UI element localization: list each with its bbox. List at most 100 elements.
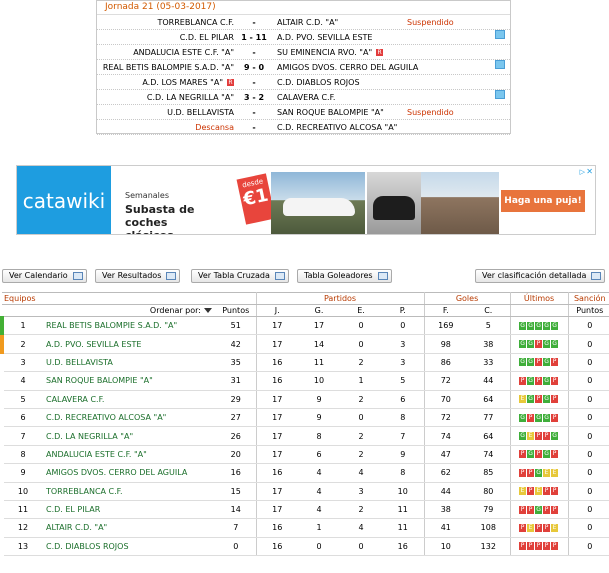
form-result-badge: G [527,358,535,367]
match-home-team[interactable]: C.D. LA NEGRILLA "A" [147,90,234,105]
ad-cta-button[interactable]: Haga una puja! » [501,190,585,228]
table-row: 11 C.D. EL PILAR 14 17 4 2 11 38 79 P P G P P 0 [2,500,609,520]
form-result-badge: P [527,487,535,496]
row-team-link[interactable]: A.D. PVO. SEVILLA ESTE [42,334,216,354]
match-home-team[interactable]: C.D. EL PILAR [180,30,234,45]
row-sancion: 0 [568,334,609,354]
row-team-link[interactable]: AMIGOS DVOS. CERRO DEL AGUILA [42,463,216,483]
match-home-team[interactable]: REAL BETIS BALOMPIE S.A.D. "A" [103,60,234,75]
match-away-team[interactable]: SAN ROQUE BALOMPIE "A" [277,105,384,120]
col-goles-contra[interactable]: C. [467,304,511,317]
row-jugados: 17 [256,390,298,409]
col-empatados[interactable]: E. [340,304,382,317]
row-sancion: 0 [568,463,609,483]
match-home-team[interactable]: A.D. LOS MARES "A" R [142,75,234,90]
row-team-link[interactable]: C.D. EL PILAR [42,500,216,520]
form-result-badge: G [519,340,527,349]
match-row: C.D. EL PILAR 1 - 11 A.D. PVO. SEVILLA EST… [97,30,510,45]
table-row: 1 REAL BETIS BALOMPIE S.A.D. "A" 51 17 17 0 0 1… [0,316,609,336]
row-position: 13 [2,537,42,557]
row-position: 9 [2,463,42,483]
ver-clasificacion-detallada-label: Ver clasificación detallada [482,271,587,280]
row-empatados: 1 [340,371,382,391]
row-team-link[interactable]: ANDALUCIA ESTE C.F. "A" [42,445,216,465]
ad-logo[interactable]: catawiki [17,166,111,234]
match-home-team[interactable]: Descansa [195,120,234,135]
match-score: - [252,108,256,117]
info-icon[interactable]: ▷ [580,168,585,176]
catawiki-ad-banner[interactable]: catawiki Semanales Subasta de coches clá… [16,165,596,235]
form-result-badge: G [543,376,551,385]
ad-photo-white-car [271,172,365,234]
tabla-goleadores-button[interactable]: Tabla Goleadores [297,269,392,283]
form-result-badge: P [527,413,535,422]
row-team-link[interactable]: SAN ROQUE BALOMPIE "A" [42,371,216,391]
form-result-badge: G [543,413,551,422]
ver-resultados-button[interactable]: Ver Resultados [95,269,181,283]
table-row: 6 C.D. RECREATIVO ALCOSA "A" 27 17 9 0 8 72 77 G P… [2,408,609,428]
sort-down-icon[interactable] [204,308,212,313]
row-goles-favor: 41 [424,518,468,538]
match-home-team[interactable]: TORREBLANCA C.F. [157,15,234,30]
match-home-team[interactable]: U.D. BELLAVISTA [167,105,234,120]
sort-label: Ordenar por: [149,306,201,315]
row-puntos: 0 [216,537,257,557]
match-report-icon[interactable] [495,30,505,39]
match-list: TORREBLANCA C.F. - ALTAIR C.D. "A" Suspendi… [97,15,510,135]
match-away-team[interactable]: C.D. DIABLOS ROJOS [277,75,360,90]
form-strip: PPGPP [519,505,559,514]
match-away-team[interactable]: CALAVERA C.F. [277,90,335,105]
match-report-icon[interactable] [495,90,505,99]
row-position: 6 [2,408,42,428]
table-row: 7 C.D. LA NEGRILLA "A" 26 17 8 2 7 74 64 G E P P G 0 [2,426,609,446]
form-result-badge: G [543,340,551,349]
ver-tabla-cruzada-button[interactable]: Ver Tabla Cruzada [191,269,289,283]
ad-photo-vintage-car [421,172,499,234]
red-report-icon[interactable]: R [227,79,234,86]
match-away-team[interactable]: SU EMINENCIA RVO. "A" R [277,45,384,60]
col-jugados[interactable]: J. [256,304,298,317]
ver-calendario-button[interactable]: Ver Calendario [2,269,87,283]
match-report-icon[interactable] [495,60,505,69]
row-jugados: 17 [256,445,298,465]
form-result-badge: P [527,468,535,477]
row-goles-contra: 33 [467,353,511,373]
row-sancion: 0 [568,390,609,409]
ad-subtitle: Semanales [125,191,169,200]
match-away-team[interactable]: C.D. RECREATIVO ALCOSA "A" [277,120,397,135]
row-ultimos: PGPGP [510,371,569,391]
match-away-team[interactable]: A.D. PVO. SEVILLA ESTE [277,30,373,45]
col-perdidos[interactable]: P. [382,304,425,317]
form-result-badge: G [535,505,543,514]
row-team-link[interactable]: U.D. BELLAVISTA [42,353,216,373]
row-team-link[interactable]: C.D. RECREATIVO ALCOSA "A" [42,408,216,428]
row-perdidos: 5 [382,371,425,391]
close-icon[interactable]: ✕ [586,167,593,176]
form-result-badge: G [551,321,559,330]
form-result-badge: G [527,321,535,330]
match-home-team[interactable]: ANDALUCIA ESTE C.F. "A" [133,45,234,60]
ver-clasificacion-detallada-button[interactable]: Ver clasificación detallada [475,269,606,283]
form-result-badge: P [535,376,543,385]
sort-control[interactable]: Ordenar por: [2,304,216,317]
match-status: Suspendido [407,18,454,27]
row-team-link[interactable]: C.D. DIABLOS ROJOS [42,537,216,557]
red-report-icon[interactable]: R [376,49,384,56]
match-away-team[interactable]: ALTAIR C.D. "A" [277,15,338,30]
col-goles-favor[interactable]: F. [424,304,468,317]
form-result-badge: P [519,376,527,385]
form-strip: GEPPG [519,432,559,441]
col-ganados[interactable]: G. [298,304,340,317]
row-team-link[interactable]: ALTAIR C.D. "A" [42,518,216,538]
row-team-link[interactable]: TORREBLANCA C.F. [42,482,216,501]
form-strip: GPGGP [519,413,559,422]
row-team-link[interactable]: C.D. LA NEGRILLA "A" [42,426,216,446]
col-puntos[interactable]: Puntos [216,304,257,317]
match-away-team[interactable]: AMIGOS DVOS. CERRO DEL AGUILA [277,60,418,75]
row-goles-contra: 44 [467,371,511,391]
form-result-badge: P [551,450,559,459]
ver-resultados-label: Ver Resultados [102,271,162,280]
row-team-link[interactable]: REAL BETIS BALOMPIE S.A.D. "A" [42,316,216,336]
row-team-link[interactable]: CALAVERA C.F. [42,390,216,409]
row-goles-favor: 70 [424,390,468,409]
